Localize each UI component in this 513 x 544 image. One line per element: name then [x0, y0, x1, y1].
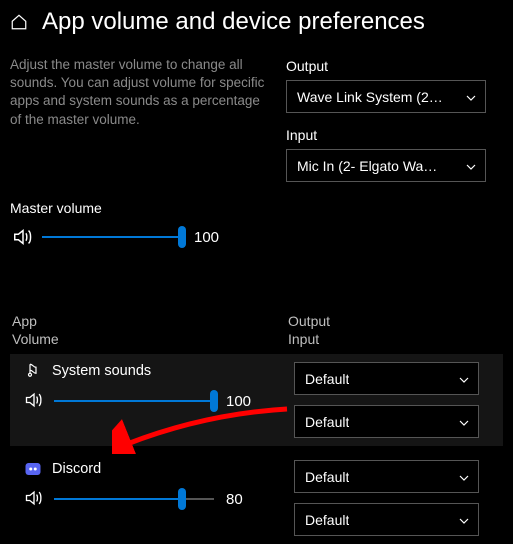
chevron-down-icon	[458, 373, 470, 385]
chevron-down-icon	[465, 91, 477, 103]
app-input-select[interactable]: Default	[294, 503, 479, 536]
app-output-value: Default	[305, 469, 349, 485]
speaker-icon[interactable]	[24, 390, 46, 412]
input-device-value: Mic In (2- Elgato Wa…	[297, 158, 437, 174]
home-icon[interactable]	[10, 13, 28, 31]
app-input-select[interactable]: Default	[294, 405, 479, 438]
app-name: Discord	[52, 461, 101, 477]
chevron-down-icon	[465, 160, 477, 172]
output-device-value: Wave Link System (2…	[297, 89, 443, 105]
app-volume-slider[interactable]	[54, 400, 214, 402]
description-text: Adjust the master volume to change all s…	[10, 56, 270, 129]
column-header-app: App Volume	[12, 312, 288, 348]
input-label: Input	[286, 127, 503, 143]
app-volume-value: 80	[226, 491, 262, 508]
chevron-down-icon	[458, 514, 470, 526]
slider-thumb[interactable]	[178, 226, 186, 248]
speaker-icon[interactable]	[12, 226, 34, 248]
app-output-select[interactable]: Default	[294, 362, 479, 395]
column-header-device: Output Input	[288, 312, 330, 348]
app-output-select[interactable]: Default	[294, 460, 479, 493]
app-row-discord: Discord 80 Default	[10, 452, 503, 544]
slider-fill	[42, 236, 182, 238]
app-input-value: Default	[305, 512, 349, 528]
chevron-down-icon	[458, 471, 470, 483]
master-volume-slider[interactable]	[42, 236, 182, 238]
app-volume-value: 100	[226, 393, 262, 410]
speaker-icon[interactable]	[24, 488, 46, 510]
master-volume-label: Master volume	[10, 200, 503, 216]
slider-fill	[54, 498, 182, 500]
system-sounds-icon	[24, 362, 42, 380]
app-input-value: Default	[305, 414, 349, 430]
input-device-select[interactable]: Mic In (2- Elgato Wa…	[286, 149, 486, 182]
app-output-value: Default	[305, 371, 349, 387]
master-volume-value: 100	[194, 229, 230, 246]
page-title: App volume and device preferences	[42, 8, 425, 36]
slider-thumb[interactable]	[178, 488, 186, 510]
app-row-system-sounds: System sounds 100 Default	[10, 354, 503, 446]
chevron-down-icon	[458, 416, 470, 428]
output-device-select[interactable]: Wave Link System (2…	[286, 80, 486, 113]
slider-thumb[interactable]	[210, 390, 218, 412]
app-volume-slider[interactable]	[54, 498, 214, 500]
discord-icon	[24, 460, 42, 478]
output-label: Output	[286, 58, 503, 74]
app-name: System sounds	[52, 363, 151, 379]
slider-fill	[54, 400, 214, 402]
